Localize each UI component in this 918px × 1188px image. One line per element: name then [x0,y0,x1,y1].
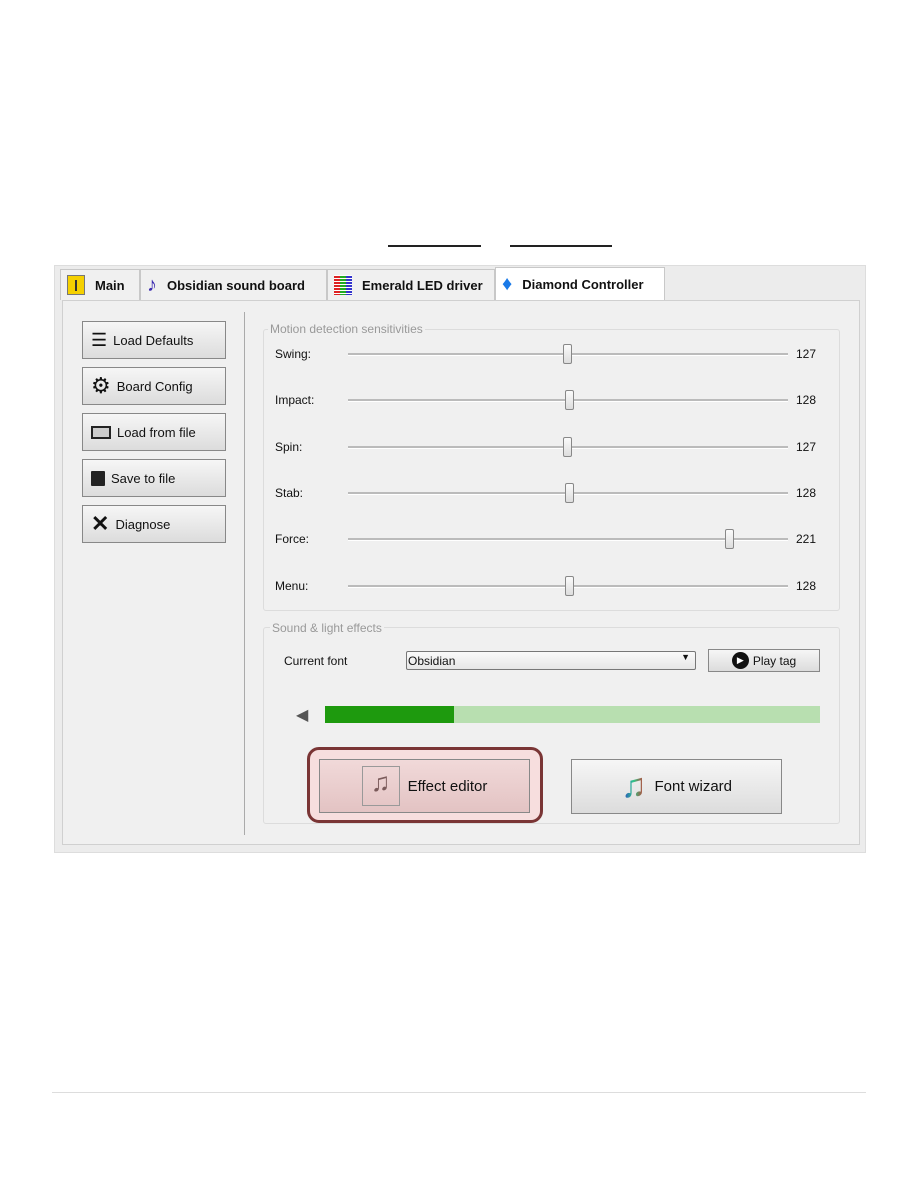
slider-value: 221 [796,532,817,546]
tab-label: Emerald LED driver [362,277,483,293]
play-tag-button[interactable]: ▶ Play tag [708,649,820,672]
load-from-file-button[interactable]: Load from file [82,413,226,451]
load-defaults-button[interactable]: ☰ Load Defaults [82,321,226,359]
slider-label: Force: [275,532,310,546]
tools-icon: ✕ [91,511,110,536]
button-label: Load from file [117,424,196,440]
tab-diamond-controller[interactable]: ♦ Diamond Controller [495,267,665,301]
effects-group-title: Sound & light effects [270,621,384,635]
slider-thumb[interactable] [725,529,735,549]
folder-open-icon [91,425,111,439]
font-wizard-button[interactable]: ♫ Font wizard [571,759,782,814]
slider-value: 127 [796,347,817,361]
slider-thumb[interactable] [564,390,574,410]
decor-line [388,245,481,247]
save-to-file-button[interactable]: Save to file [82,459,226,497]
button-label: Font wizard [654,778,733,795]
gear-icon: ⚙ [91,373,111,398]
slider-thumb[interactable] [564,576,574,596]
tab-label: Main [95,277,125,293]
slider-value: 128 [796,486,817,500]
slider-value: 128 [796,393,817,407]
board-config-button[interactable]: ⚙ Board Config [82,367,226,405]
slider-label: Impact: [275,393,315,407]
slider-label: Swing: [275,347,312,361]
slider-label: Menu: [275,579,309,593]
button-label: Board Config [116,378,193,394]
slider-label: Stab: [275,486,304,500]
slider-value: 128 [796,579,817,593]
tab-label: Obsidian sound board [167,277,305,293]
slider-value: 127 [796,440,817,454]
led-bars-icon [334,275,352,295]
current-font-label: Current font [284,654,348,668]
slider-thumb[interactable] [564,483,574,503]
button-label: Effect editor [407,777,488,795]
button-label: Load Defaults [113,332,194,348]
current-font-value: Obsidian [408,654,456,668]
music-note-icon: ♪ [147,273,157,296]
slider-thumb[interactable] [563,437,573,457]
volume-bar[interactable] [325,706,820,723]
slider-thumb[interactable] [563,344,573,364]
diamond-icon: ♦ [502,273,513,295]
motion-group-title: Motion detection sensitivities [268,322,425,336]
decor-line [510,245,612,247]
main-icon [67,275,85,295]
chevron-down-icon: ▼ [681,652,690,662]
motion-group [263,329,840,611]
divider [244,312,245,835]
volume-icon: ◀ [296,707,309,724]
tab-obsidian-sound-board[interactable]: ♪ Obsidian sound board [140,269,327,300]
volume-fill [325,706,454,723]
tab-emerald-led-driver[interactable]: Emerald LED driver [327,269,495,300]
button-label: Diagnose [115,516,171,532]
slider-track[interactable] [348,538,788,541]
font-wizard-icon: ♫ [620,767,647,805]
current-font-select[interactable]: Obsidian ▼ [406,651,696,670]
tab-main[interactable]: Main [60,269,140,300]
sliders-icon: ☰ [91,329,108,350]
slider-label: Spin: [275,440,303,454]
effect-editor-icon: ♫ [361,766,400,806]
button-label: Save to file [111,470,176,486]
effect-editor-button[interactable]: ♫ Effect editor [319,759,530,813]
footer-line [52,1092,866,1093]
tab-label: Diamond Controller [522,277,644,292]
button-label: Play tag [752,653,797,668]
play-icon: ▶ [731,652,749,669]
diagnose-button[interactable]: ✕ Diagnose [82,505,226,543]
floppy-icon [91,470,105,486]
